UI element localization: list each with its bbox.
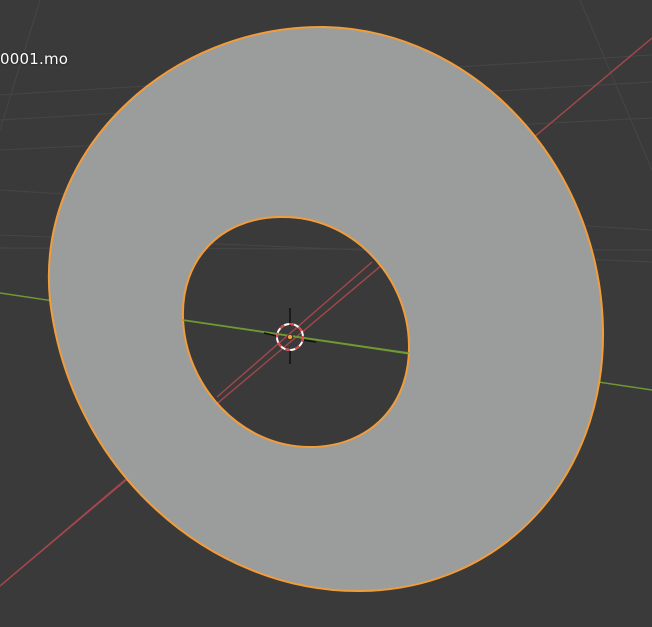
x-axis-segment-lower — [0, 478, 127, 587]
x-axis-segment-hole — [216, 261, 373, 398]
3d-viewport[interactable]: 0001.mo — [0, 0, 652, 627]
object-origin-dot — [286, 333, 293, 340]
viewport-canvas[interactable] — [0, 0, 652, 627]
object-name-label: 0001.mo — [0, 50, 69, 68]
ring-mesh[interactable] — [47, 25, 605, 593]
